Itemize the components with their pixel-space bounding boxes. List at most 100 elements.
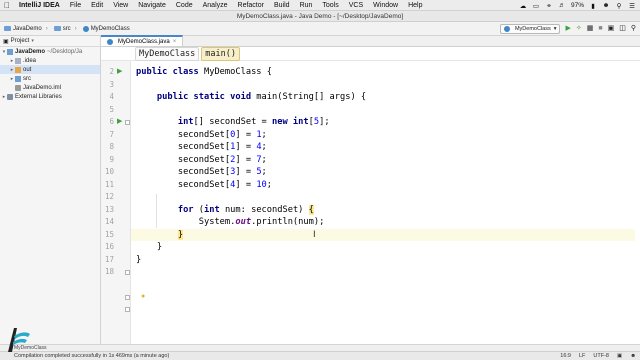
code-text[interactable]: public class MyDemoClass { public static… xyxy=(131,66,636,279)
search-icon[interactable]: ⚲ xyxy=(615,2,623,10)
debug-icon[interactable]: ✧ xyxy=(576,24,582,34)
matching-brace: { xyxy=(308,204,314,215)
source-folder-icon xyxy=(15,75,21,82)
editor-tab[interactable]: MyDemoClass.java × xyxy=(101,35,184,46)
menu-refactor[interactable]: Refactor xyxy=(233,2,269,9)
run-main-icon[interactable]: ▶ xyxy=(117,116,122,129)
line-number: 12 xyxy=(104,192,114,201)
module-file-icon xyxy=(15,84,21,91)
editor-gutter: 2 3 4 5 6 7 8 9 10 11 12 13 14 15 16 17 xyxy=(101,61,131,344)
menu-tray: ☁ ▭ ⚭ ♬ 97% ▮ ☻ ⚲ ☰ xyxy=(519,0,636,11)
line-number: 7 xyxy=(109,129,114,139)
line-numbers: 2 3 4 5 6 7 8 9 10 11 12 13 14 15 16 17 xyxy=(101,66,115,279)
tree-item-project-root[interactable]: ▾ JavaDemo ~/Desktop/Ja xyxy=(0,47,100,56)
run-class-icon[interactable]: ▶ xyxy=(117,66,122,79)
list-icon[interactable]: ☰ xyxy=(628,2,636,10)
code-line-17: } xyxy=(136,254,142,265)
folder-icon xyxy=(15,66,21,73)
inspector-icon[interactable]: ☻ xyxy=(630,353,636,359)
coverage-icon[interactable]: ▦ xyxy=(587,24,594,34)
tree-item-out[interactable]: ▸ out xyxy=(0,65,100,74)
fold-end-icon[interactable] xyxy=(125,307,130,312)
nav-crumb-class[interactable]: MyDemoClass xyxy=(79,25,132,32)
airplay-icon[interactable]: ▭ xyxy=(532,2,540,10)
menu-tools[interactable]: Tools xyxy=(317,2,343,9)
chevron-down-icon: ▾ xyxy=(31,38,34,44)
code-line-7: secondSet[0] = 1; xyxy=(177,129,267,140)
window-title: MyDemoClass.java - Java Demo - [~/Deskto… xyxy=(0,11,640,22)
ide-window:  IntelliJ IDEA File Edit View Navigate … xyxy=(0,0,640,360)
menu-run[interactable]: Run xyxy=(295,2,318,9)
code-line-14: System.out.println(num); xyxy=(198,217,325,227)
cursor-position[interactable]: 16:9 xyxy=(560,353,571,359)
code-line-6: int[] secondSet = new int[5]; xyxy=(177,117,330,127)
line-number: 15 xyxy=(104,229,114,239)
cloud-icon[interactable]: ☁ xyxy=(519,2,527,10)
tree-item-src[interactable]: ▸ src xyxy=(0,74,100,83)
java-class-icon xyxy=(82,25,89,32)
java-class-icon xyxy=(503,26,510,32)
code-line-13: for (int num: secondSet) { xyxy=(177,204,314,215)
run-config-select[interactable]: MyDemoClass ▾ xyxy=(499,24,561,34)
code-area[interactable]: 2 3 4 5 6 7 8 9 10 11 12 13 14 15 16 17 xyxy=(101,61,640,344)
nav-crumb-src[interactable]: src › xyxy=(50,26,79,32)
line-number: 2 xyxy=(109,67,114,76)
volume-icon[interactable]: ♬ xyxy=(558,2,566,9)
fold-end-icon[interactable] xyxy=(125,295,130,300)
fold-method-icon[interactable] xyxy=(125,120,130,125)
menu-analyze[interactable]: Analyze xyxy=(198,2,233,9)
breadcrumb-class[interactable]: MyDemoClass xyxy=(135,46,200,61)
menu-help[interactable]: Help xyxy=(403,2,427,9)
breadcrumb-method[interactable]: main() xyxy=(201,46,241,61)
code-line-4: public static void main(String[] args) { xyxy=(156,92,367,102)
editor-tab-bar: MyDemoClass.java × xyxy=(101,35,640,47)
line-number: 18 xyxy=(104,267,114,276)
battery-icon[interactable]: ▮ xyxy=(589,2,597,10)
project-structure-icon[interactable]: ◫ xyxy=(619,24,626,34)
line-number: 5 xyxy=(109,104,114,114)
library-icon xyxy=(7,93,13,100)
project-view-selector[interactable]: ▣ Project ▾ xyxy=(0,36,100,47)
tree-item-idea[interactable]: ▸ .idea xyxy=(0,56,100,65)
tree-item-external-libraries[interactable]: ▸ External Libraries xyxy=(0,92,100,101)
menu-file[interactable]: File xyxy=(65,2,86,9)
structure-icon[interactable]: ▣ xyxy=(608,24,615,34)
menu-app-name[interactable]: IntelliJ IDEA xyxy=(14,2,65,9)
tool-window-bar: MyDemoClass xyxy=(0,344,640,351)
run-icon[interactable]: ▶ xyxy=(565,24,570,34)
menu-build[interactable]: Build xyxy=(269,2,295,9)
lock-icon[interactable]: ▣ xyxy=(617,353,622,359)
fold-loop-icon[interactable] xyxy=(125,270,130,275)
matching-brace: } xyxy=(177,229,184,240)
close-icon[interactable]: × xyxy=(173,39,177,45)
menu-navigate[interactable]: Navigate xyxy=(133,2,171,9)
apple-icon[interactable]:  xyxy=(0,1,14,10)
code-line-16: } xyxy=(156,242,163,252)
line-number: 10 xyxy=(104,167,114,176)
menu-edit[interactable]: Edit xyxy=(86,2,108,9)
line-number: 14 xyxy=(104,217,114,226)
line-number: 11 xyxy=(104,179,114,189)
menu-view[interactable]: View xyxy=(108,2,133,9)
file-encoding[interactable]: UTF-8 xyxy=(593,353,609,359)
search-everywhere-icon[interactable]: ⚲ xyxy=(631,24,636,34)
user-icon[interactable]: ☻ xyxy=(602,2,610,9)
line-number: 8 xyxy=(109,142,114,151)
tree-item-iml[interactable]: JavaDemo.iml xyxy=(0,83,100,92)
line-separator[interactable]: LF xyxy=(579,353,585,359)
stop-icon[interactable]: ■ xyxy=(598,24,602,34)
nav-crumb-project[interactable]: JavaDemo › xyxy=(0,26,50,32)
folder-icon xyxy=(53,26,61,31)
wifi-icon[interactable]: ⚭ xyxy=(545,2,553,10)
menu-window[interactable]: Window xyxy=(368,2,403,9)
line-number: 4 xyxy=(109,92,114,101)
menu-code[interactable]: Code xyxy=(171,2,198,9)
intention-bulb-icon[interactable]: ● xyxy=(141,291,145,304)
status-indicators: 16:9 LF UTF-8 ▣ ☻ xyxy=(560,352,636,360)
menu-vcs[interactable]: VCS xyxy=(344,2,368,9)
chevron-down-icon: ▾ xyxy=(553,26,557,32)
project-panel: ▣ Project ▾ ▾ JavaDemo ~/Desktop/Ja ▸ .i… xyxy=(0,36,101,344)
